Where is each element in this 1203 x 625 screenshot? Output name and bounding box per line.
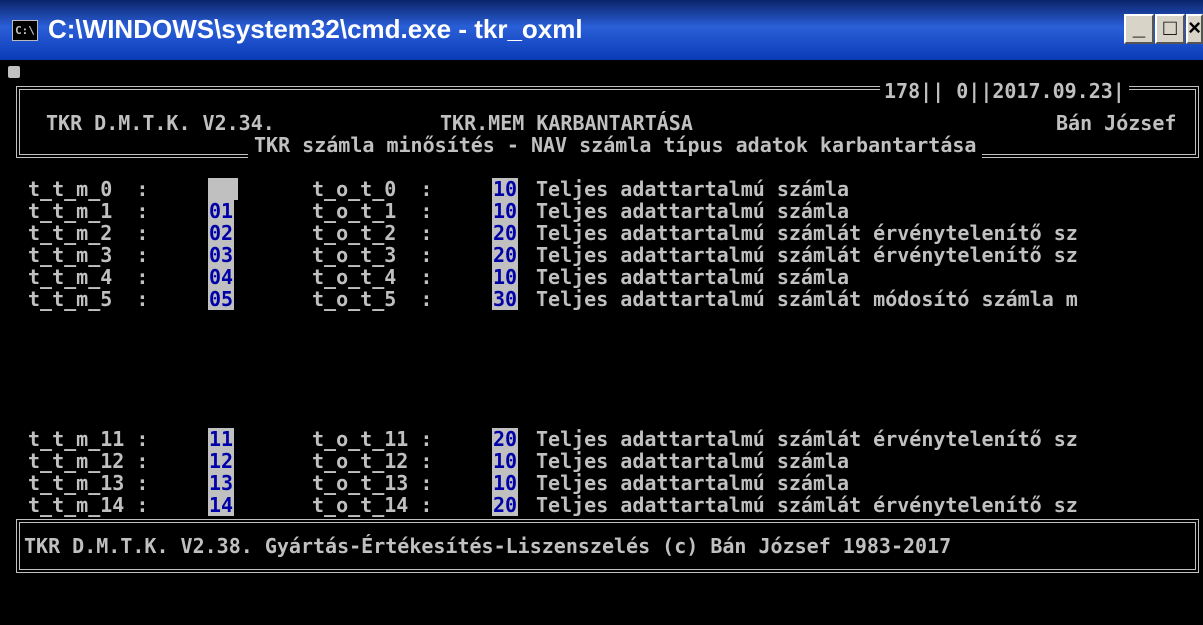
header-module-title: TKR.MEM KARBANTARTÁSA: [440, 111, 693, 135]
maximize-button[interactable]: □: [1155, 14, 1185, 44]
header-counters: 178|| 0||2017.09.23|: [880, 80, 1129, 102]
field-description: Teljes adattartalmú számlát érvénytelení…: [536, 243, 1078, 267]
field-label: t_t_m_4 :: [28, 265, 149, 289]
field-label: t_t_m_2 :: [28, 221, 149, 245]
field-description: Teljes adattartalmú számlát érvénytelení…: [536, 493, 1078, 517]
window-titlebar[interactable]: C:\ C:\WINDOWS\system32\cmd.exe - tkr_ox…: [0, 0, 1203, 60]
field-value-input[interactable]: 05: [208, 288, 235, 310]
close-button[interactable]: ×: [1186, 14, 1203, 44]
field-value-input[interactable]: 12: [208, 450, 235, 472]
field-label: t_t_m_13 :: [28, 471, 149, 495]
header-subtitle: TKR számla minősítés - NAV számla típus …: [248, 134, 983, 162]
field-value-input[interactable]: 10: [492, 266, 519, 288]
field-value-input[interactable]: 30: [492, 288, 519, 310]
field-value-input[interactable]: 10: [492, 178, 519, 200]
field-value-input[interactable]: 10: [492, 450, 519, 472]
field-value-input[interactable]: 01: [208, 200, 235, 222]
field-description: Teljes adattartalmú számla: [536, 199, 850, 223]
field-label: t_o_t_14 :: [312, 493, 433, 517]
cmd-icon[interactable]: C:\: [12, 20, 38, 41]
field-label: t_o_t_5 :: [312, 287, 433, 311]
field-label: t_o_t_13 :: [312, 471, 433, 495]
footer-copyright: TKR D.M.T.K. V2.38. Gyártás-Értékesítés-…: [24, 534, 952, 558]
field-value-input[interactable]: 20: [492, 244, 519, 266]
field-label: t_t_m_0 :: [28, 177, 149, 201]
field-value-input[interactable]: 10: [492, 472, 519, 494]
field-label: t_o_t_1 :: [312, 199, 433, 223]
header-app-name: TKR D.M.T.K. V2.34.: [46, 111, 275, 135]
console-system-icon: [8, 66, 20, 78]
minimize-button[interactable]: _: [1124, 14, 1154, 44]
window-title: C:\WINDOWS\system32\cmd.exe - tkr_oxml: [48, 14, 583, 44]
field-value-input[interactable]: 03: [208, 244, 235, 266]
field-label: t_o_t_12 :: [312, 449, 433, 473]
field-label: t_o_t_11 :: [312, 427, 433, 451]
field-label: t_t_m_1 :: [28, 199, 149, 223]
field-description: Teljes adattartalmú számlát érvénytelení…: [536, 221, 1078, 245]
field-value-input[interactable]: 20: [492, 494, 519, 516]
field-value-input[interactable]: 11: [208, 428, 235, 450]
header-user: Bán József: [1056, 111, 1177, 135]
field-label: t_o_t_0 :: [312, 177, 433, 201]
field-description: Teljes adattartalmú számlát módosító szá…: [536, 287, 1078, 311]
field-value-input[interactable]: [208, 178, 238, 200]
field-description: Teljes adattartalmú számla: [536, 471, 850, 495]
field-label: t_t_m_5 :: [28, 287, 149, 311]
field-label: t_o_t_2 :: [312, 221, 433, 245]
field-description: Teljes adattartalmú számla: [536, 449, 850, 473]
field-description: Teljes adattartalmú számlát érvénytelení…: [536, 427, 1078, 451]
field-value-input[interactable]: 13: [208, 472, 235, 494]
field-label: t_t_m_11 :: [28, 427, 149, 451]
field-label: t_t_m_14 :: [28, 493, 149, 517]
field-value-input[interactable]: 10: [492, 200, 519, 222]
field-value-input[interactable]: 20: [492, 428, 519, 450]
field-value-input[interactable]: 04: [208, 266, 235, 288]
field-value-input[interactable]: 02: [208, 222, 235, 244]
field-label: t_t_m_12 :: [28, 449, 149, 473]
field-label: t_t_m_3 :: [28, 243, 149, 267]
console-area[interactable]: 178|| 0||2017.09.23| TKR D.M.T.K. V2.34.…: [0, 60, 1203, 625]
field-label: t_o_t_3 :: [312, 243, 433, 267]
field-value-input[interactable]: 20: [492, 222, 519, 244]
field-description: Teljes adattartalmú számla: [536, 265, 850, 289]
field-value-input[interactable]: 14: [208, 494, 235, 516]
field-description: Teljes adattartalmú számla: [536, 177, 850, 201]
field-label: t_o_t_4 :: [312, 265, 433, 289]
